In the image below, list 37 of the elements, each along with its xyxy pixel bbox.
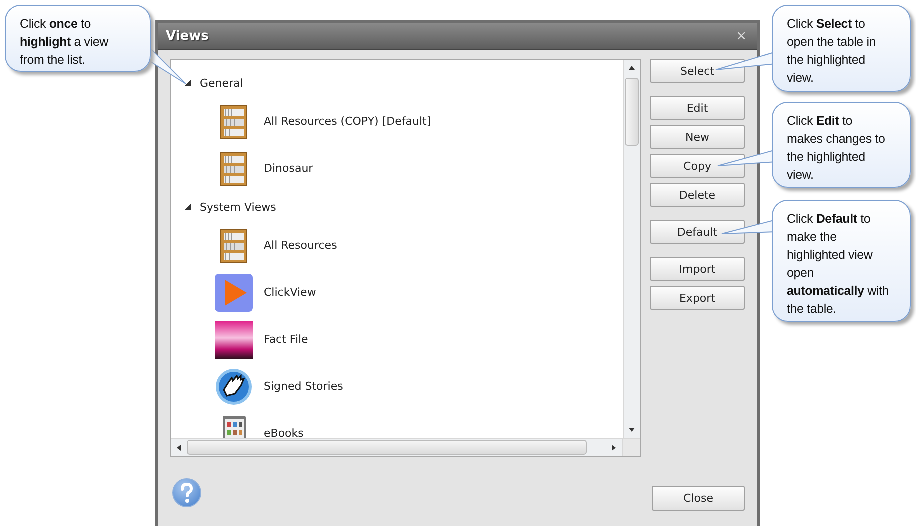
horizontal-scrollbar[interactable] bbox=[171, 438, 640, 456]
window-title: Views bbox=[166, 28, 209, 44]
scroll-left-arrow-icon[interactable] bbox=[175, 444, 183, 452]
scrollbar-corner bbox=[622, 439, 640, 456]
callout-bubble: Click Edit to makes changes to the highlighted view. bbox=[772, 102, 911, 188]
play-icon bbox=[215, 274, 253, 312]
hands-icon bbox=[215, 368, 253, 406]
callout-bubble: Click Default to make the highlighted view open automatically with the table. bbox=[772, 200, 911, 322]
callout-bubble: Click Select to open the table in the highlighted view. bbox=[772, 5, 911, 92]
action-button[interactable]: Default bbox=[650, 220, 745, 244]
view-item[interactable]: All Resources (COPY) [Default] bbox=[264, 115, 432, 128]
view-item[interactable]: Dinosaur bbox=[264, 162, 314, 175]
scroll-thumb[interactable] bbox=[187, 440, 587, 455]
vertical-scrollbar[interactable] bbox=[623, 60, 640, 438]
group-label[interactable]: General bbox=[200, 76, 244, 90]
action-button[interactable]: Delete bbox=[650, 183, 745, 207]
help-icon[interactable] bbox=[172, 478, 202, 508]
scroll-thumb[interactable] bbox=[625, 78, 639, 146]
action-button[interactable]: Edit bbox=[650, 96, 745, 120]
action-button[interactable]: Copy bbox=[650, 154, 745, 178]
picture-placeholder bbox=[215, 320, 253, 358]
scroll-up-arrow-icon[interactable] bbox=[628, 64, 636, 72]
group-label[interactable]: System Views bbox=[200, 200, 276, 214]
scroll-right-arrow-icon[interactable] bbox=[610, 444, 618, 452]
action-button[interactable]: Import bbox=[650, 257, 745, 281]
callout-bubble: Click once to highlight a view from the list. bbox=[5, 5, 151, 72]
view-item[interactable]: Fact File bbox=[264, 333, 308, 346]
view-item[interactable]: Signed Stories bbox=[264, 380, 344, 393]
view-item[interactable]: eBooks bbox=[264, 427, 304, 438]
view-item[interactable]: All Resources bbox=[264, 239, 338, 252]
close-button[interactable]: Close bbox=[652, 486, 745, 511]
action-button[interactable]: Select bbox=[650, 59, 745, 83]
expand-toggle-icon[interactable] bbox=[185, 204, 191, 210]
action-button[interactable]: New bbox=[650, 125, 745, 149]
action-button[interactable]: Export bbox=[650, 286, 745, 310]
scroll-down-arrow-icon[interactable] bbox=[628, 426, 636, 434]
view-item[interactable]: ClickView bbox=[264, 286, 316, 299]
